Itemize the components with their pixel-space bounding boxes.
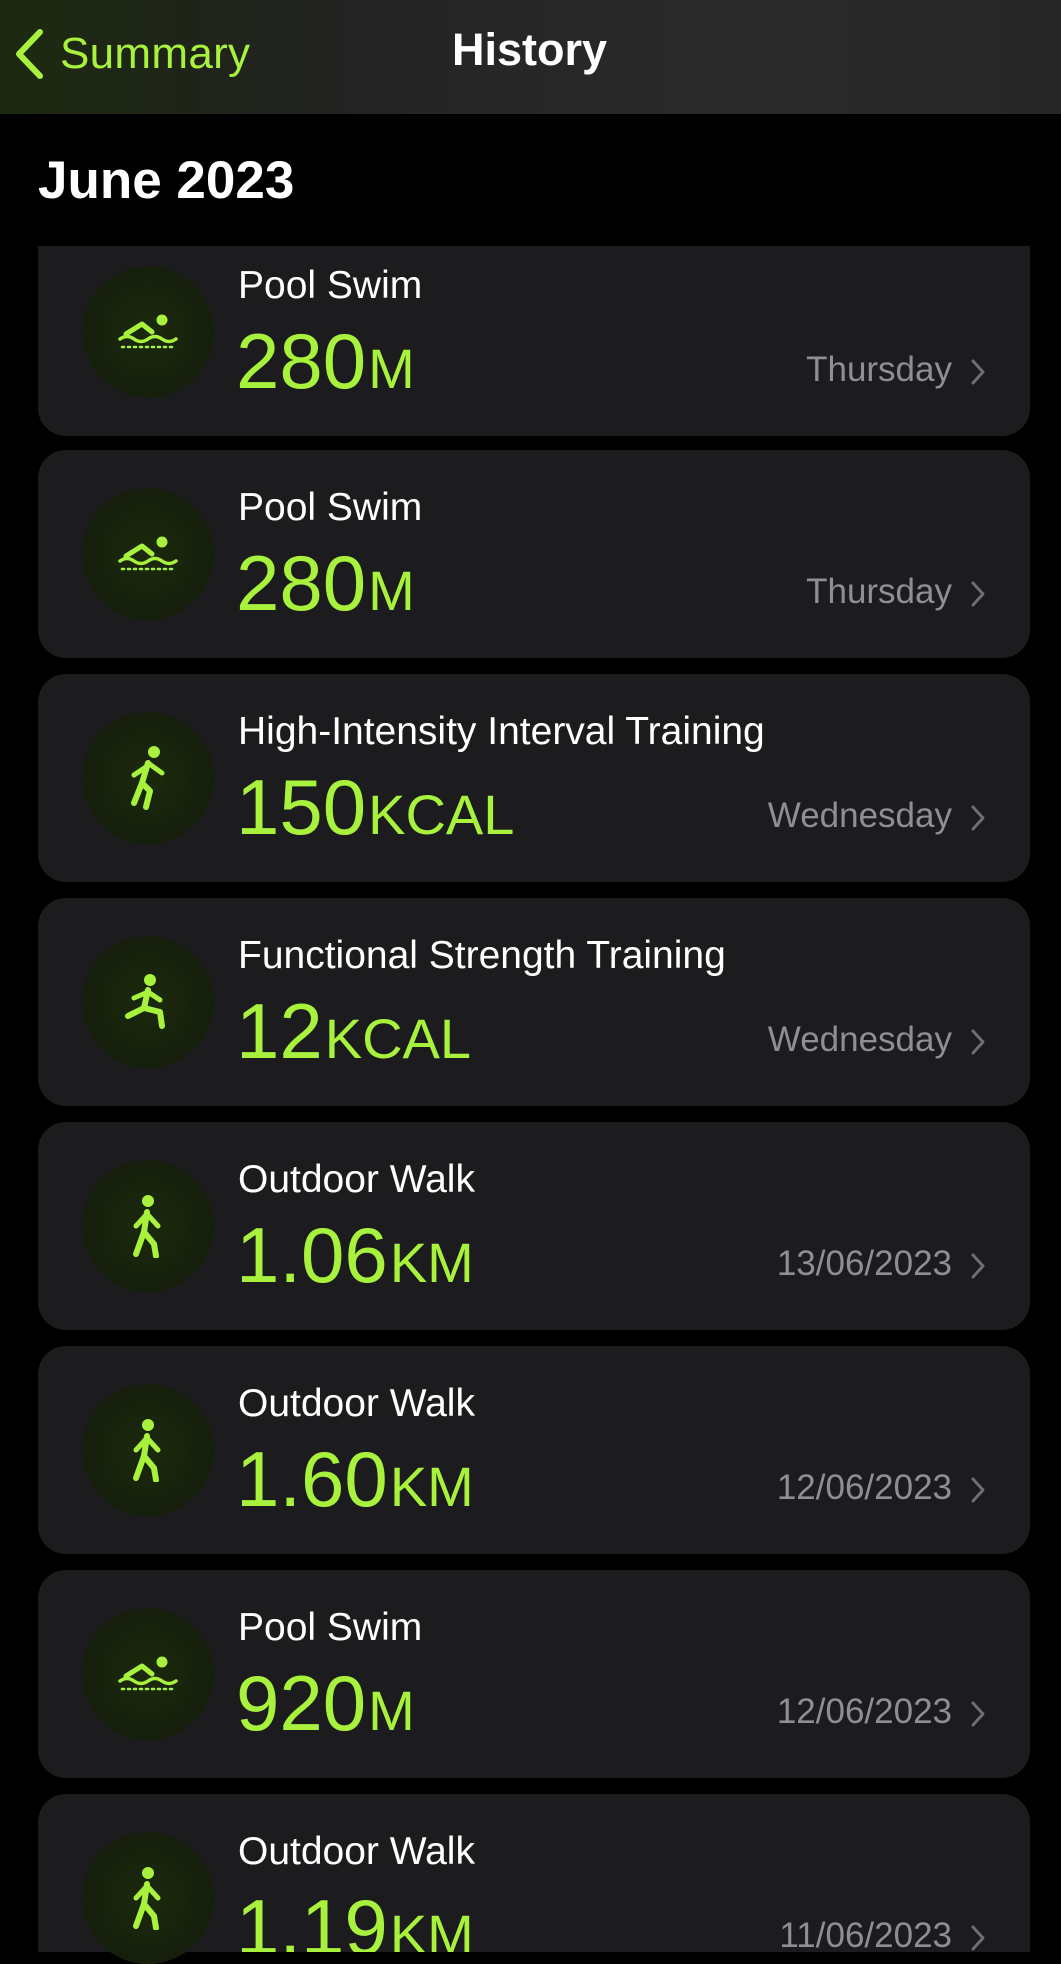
workout-card[interactable]: High-Intensity Interval Training 150KCAL… (38, 674, 1030, 882)
section-title: June 2023 (38, 151, 295, 210)
workout-metric-unit: KM (389, 1455, 474, 1518)
workout-metric-value: 1.06 (236, 1211, 388, 1299)
workout-metric-value: 1.19 (236, 1888, 388, 1952)
workout-date: 13/06/2023 (776, 1244, 952, 1283)
workout-metric-unit: M (368, 1679, 415, 1742)
walk-icon (133, 1867, 161, 1930)
workout-metric-unit: M (368, 559, 415, 622)
walk-icon (133, 1419, 161, 1482)
workout-icon-badge (82, 1384, 214, 1516)
workout-metric-unit: M (368, 337, 415, 400)
workout-name: Pool Swim (238, 264, 423, 307)
workout-metric-value: 150 (236, 763, 367, 851)
workout-card[interactable]: Pool Swim 920M 12/06/2023 (38, 1570, 1030, 1778)
workout-name: High-Intensity Interval Training (238, 710, 765, 753)
workout-date: Thursday (806, 350, 952, 389)
workout-card[interactable]: Pool Swim 280M Thursday (38, 246, 1030, 436)
chevron-right-icon (971, 1701, 985, 1727)
workout-metric: 12KCAL (236, 992, 471, 1070)
workout-metric-unit: KM (389, 1903, 474, 1953)
workout-name: Pool Swim (238, 1606, 423, 1649)
workout-metric-value: 920 (236, 1659, 367, 1747)
workout-date: Wednesday (767, 796, 952, 835)
strength-training-icon (125, 974, 165, 1029)
workout-metric-value: 280 (236, 317, 367, 405)
chevron-right-icon (971, 359, 985, 385)
workout-name: Outdoor Walk (238, 1830, 475, 1873)
workout-metric-unit: KM (389, 1231, 474, 1294)
swim-icon (118, 536, 178, 571)
workout-metric-unit: KCAL (324, 1007, 472, 1070)
workout-card[interactable]: Pool Swim 280M Thursday (38, 450, 1030, 658)
chevron-right-icon (971, 1925, 985, 1951)
workout-card[interactable]: Outdoor Walk 1.60KM 12/06/2023 (38, 1346, 1030, 1554)
workout-card[interactable]: Functional Strength Training 12KCAL Wedn… (38, 898, 1030, 1106)
hiit-icon (131, 746, 165, 810)
chevron-right-icon (971, 805, 985, 831)
workout-metric-value: 12 (236, 987, 323, 1075)
workout-card[interactable]: Outdoor Walk 1.19KM 11/06/2023 (38, 1794, 1030, 1964)
workout-metric-value: 280 (236, 539, 367, 627)
workout-icon-badge (82, 1160, 214, 1292)
workout-date: 12/06/2023 (776, 1692, 952, 1731)
workout-icon-badge (82, 266, 214, 398)
workout-icon-badge (82, 1832, 214, 1964)
workout-icon-badge (82, 488, 214, 620)
workout-name: Pool Swim (238, 486, 423, 529)
workout-metric: 1.19KM (236, 1888, 474, 1952)
workout-name: Functional Strength Training (238, 934, 726, 977)
swim-icon (118, 314, 178, 349)
swim-icon (118, 1656, 178, 1691)
workout-metric: 280M (236, 322, 415, 400)
workout-metric-unit: KCAL (368, 783, 515, 846)
workout-name: Outdoor Walk (238, 1158, 475, 1201)
walk-icon (133, 1195, 161, 1258)
page-title: History (451, 24, 608, 75)
workout-metric: 1.06KM (236, 1216, 474, 1294)
workout-name: Outdoor Walk (238, 1382, 475, 1425)
navigation-bar: Summary History (0, 0, 1061, 114)
chevron-right-icon (971, 1253, 985, 1279)
workout-icon-badge (82, 1608, 214, 1740)
chevron-right-icon (971, 1029, 985, 1055)
workout-metric: 920M (236, 1664, 415, 1742)
workout-date: Wednesday (767, 1020, 952, 1059)
workout-metric: 150KCAL (236, 768, 514, 846)
workout-date: 11/06/2023 (779, 1916, 952, 1955)
workout-metric: 280M (236, 544, 415, 622)
workout-card[interactable]: Outdoor Walk 1.06KM 13/06/2023 (38, 1122, 1030, 1330)
workout-date: Thursday (806, 572, 952, 611)
workout-icon-badge (82, 712, 214, 844)
chevron-right-icon (971, 1477, 985, 1503)
workout-metric: 1.60KM (236, 1440, 474, 1518)
chevron-right-icon (971, 581, 985, 607)
workout-icon-badge (82, 936, 214, 1068)
workout-date: 12/06/2023 (776, 1468, 952, 1507)
workout-metric-value: 1.60 (236, 1435, 388, 1523)
